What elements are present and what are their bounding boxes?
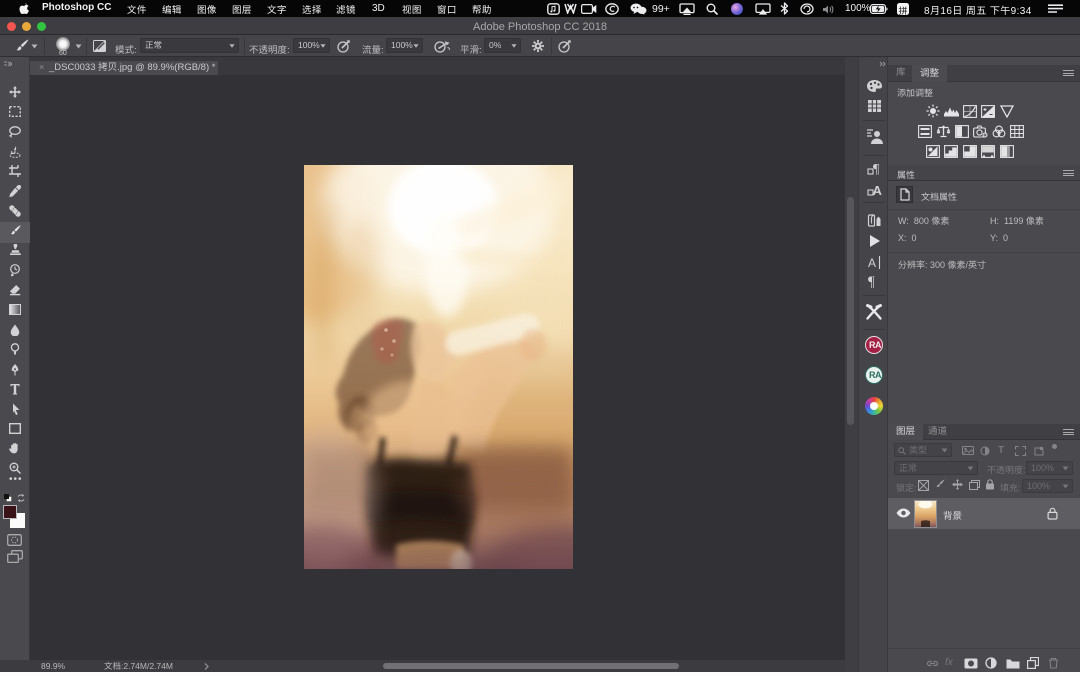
svg-text:A: A: [873, 183, 883, 197]
svg-text:A: A: [868, 256, 876, 270]
svg-text:¶: ¶: [868, 274, 875, 288]
svg-text:¶: ¶: [873, 162, 880, 176]
